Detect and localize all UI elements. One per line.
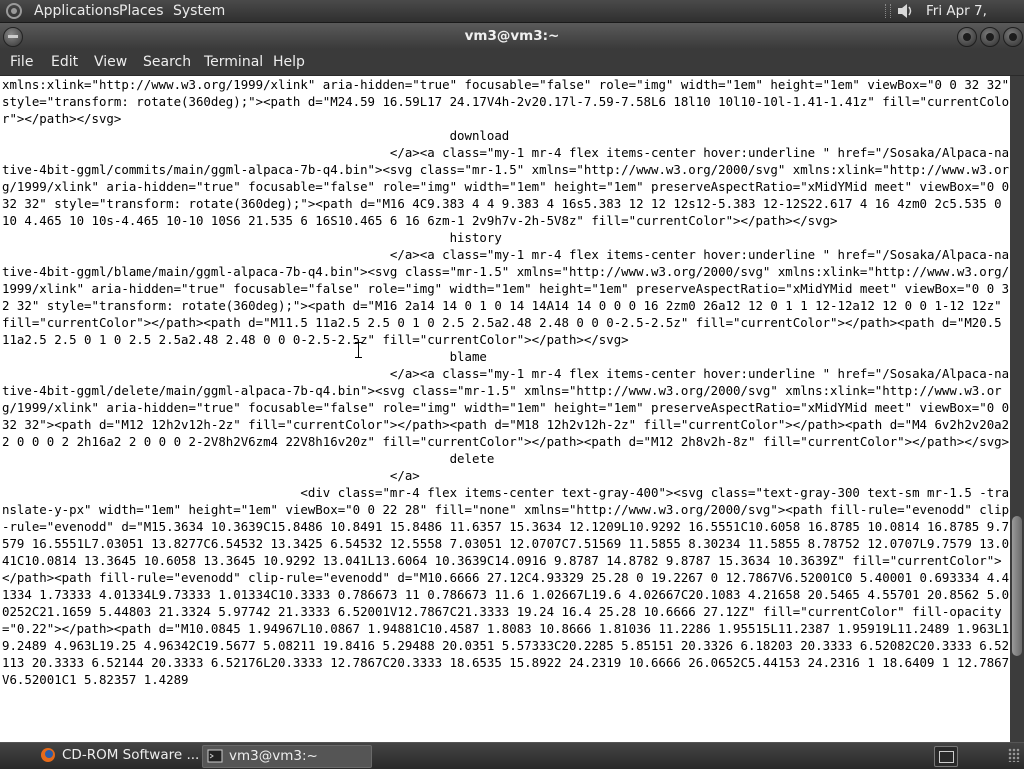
gnome-foot-icon[interactable]: [5, 2, 23, 20]
menu-search[interactable]: Search: [143, 54, 191, 70]
volume-icon[interactable]: [895, 1, 915, 21]
task-label: CD-ROM Software ...: [62, 747, 200, 763]
task-terminal[interactable]: vm3@vm3:~: [202, 745, 372, 768]
vertical-scrollbar[interactable]: [1010, 76, 1024, 742]
task-label: vm3@vm3:~: [229, 748, 318, 764]
applications-menu[interactable]: Applications: [34, 2, 120, 20]
terminal-icon: [207, 749, 223, 763]
scrollbar-thumb[interactable]: [1012, 516, 1022, 656]
menu-edit[interactable]: Edit: [51, 54, 78, 70]
minimize-button[interactable]: [957, 27, 977, 47]
maximize-button[interactable]: [980, 27, 1000, 47]
window-title: vm3@vm3:~: [464, 28, 560, 44]
menu-terminal[interactable]: Terminal: [204, 54, 263, 70]
menu-view[interactable]: View: [94, 54, 127, 70]
places-menu[interactable]: Places: [119, 2, 164, 20]
menu-help[interactable]: Help: [273, 54, 305, 70]
show-desktop-icon[interactable]: [934, 746, 958, 767]
panel-grip: [1008, 748, 1020, 762]
task-cdrom-software[interactable]: CD-ROM Software ...: [4, 745, 200, 766]
panel-separator: [885, 4, 891, 18]
terminal-view[interactable]: xmlns:xlink="http://www.w3.org/1999/xlin…: [0, 76, 1010, 742]
bottom-panel: CD-ROM Software ... vm3@vm3:~: [0, 742, 1024, 769]
firefox-icon: [41, 748, 55, 762]
terminal-output[interactable]: xmlns:xlink="http://www.w3.org/1999/xlin…: [0, 76, 1010, 688]
close-button[interactable]: [1003, 27, 1023, 47]
top-panel: Applications Places System Fri Apr 7, 03…: [0, 0, 1024, 37]
menu-file[interactable]: File: [10, 54, 33, 70]
window-titlebar[interactable]: vm3@vm3:~: [0, 23, 1024, 49]
text-cursor-icon: [355, 342, 362, 358]
system-menu[interactable]: System: [173, 2, 225, 20]
terminal-menubar: File Edit View Search Terminal Help: [0, 49, 1024, 76]
